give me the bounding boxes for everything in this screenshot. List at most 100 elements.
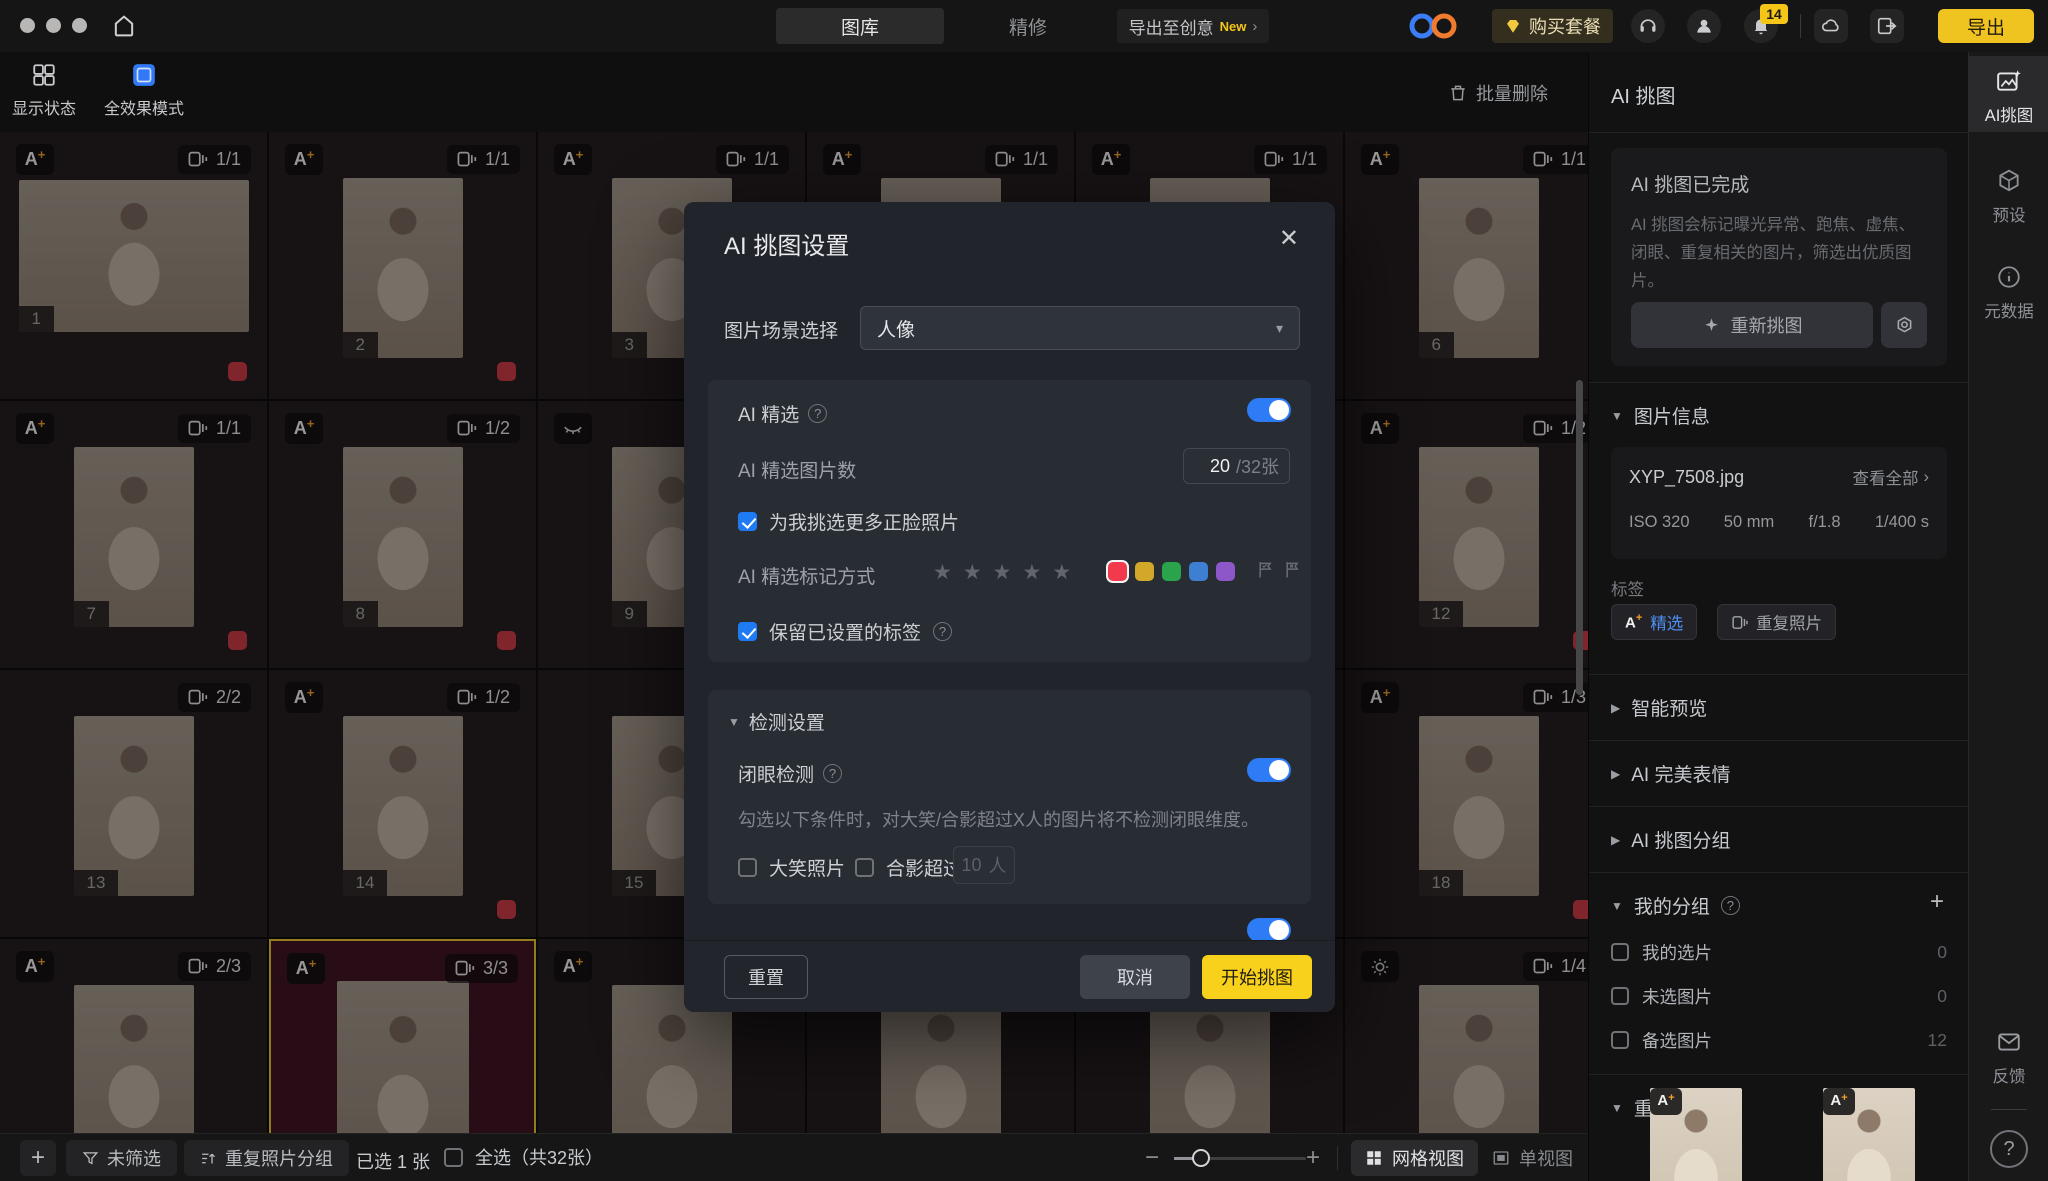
scene-select-dropdown[interactable]: 人像 ▾ [860,306,1300,350]
batch-delete-button[interactable]: 批量删除 [1448,80,1548,106]
section-ai-expression[interactable]: ▶ AI 完美表情 [1611,760,1730,787]
maximize-window-icon[interactable] [72,18,87,33]
tag-ai-pick[interactable]: A+ 精选 [1611,604,1697,640]
add-group-button[interactable]: + [1930,888,1944,916]
photo-cell[interactable]: A+1/12 [269,132,536,399]
tab-retouch[interactable]: 精修 [944,8,1112,44]
photo-thumbnail[interactable]: 24 [1419,985,1539,1133]
single-view-button[interactable]: 单视图 [1478,1140,1587,1176]
tag-duplicate[interactable]: 重复照片 [1717,604,1836,640]
help-icon[interactable]: ? [823,764,842,783]
start-pick-button[interactable]: 开始挑图 [1202,955,1312,999]
full-effect-mode-button[interactable]: 全效果模式 [104,62,184,119]
star-icon[interactable]: ★ [963,560,982,585]
group-checkbox[interactable] [1611,943,1629,961]
account-button[interactable] [1687,9,1721,43]
group-photo-checkbox[interactable]: 合影超过 [855,854,962,881]
slider-knob[interactable] [1192,1149,1210,1167]
duplicate-thumbnail[interactable]: A+ [1823,1088,1915,1181]
star-icon[interactable]: ★ [933,560,952,585]
photo-thumbnail[interactable]: 13 [74,716,194,896]
display-status-button[interactable]: 显示状态 [4,62,84,119]
zoom-in-icon[interactable]: + [1306,1144,1320,1172]
photo-thumbnail[interactable]: 20 [337,981,469,1133]
help-button[interactable]: ? [1990,1130,2028,1168]
add-photos-button[interactable]: + [20,1140,56,1176]
group-count-input[interactable]: 10 人 [953,846,1015,884]
star-icon[interactable]: ★ [993,560,1012,585]
feedback-button[interactable]: 反馈 [1969,1017,2048,1087]
ai-count-input[interactable]: 20 /32张 [1183,448,1290,484]
photo-thumbnail[interactable]: 6 [1419,178,1539,358]
photo-cell[interactable]: A+1/17 [0,401,267,668]
filter-button[interactable]: 未筛选 [66,1140,177,1176]
minimize-window-icon[interactable] [46,18,61,33]
blink-detect-toggle[interactable] [1247,758,1291,782]
export-queue-button[interactable] [1870,9,1904,43]
laugh-photo-checkbox[interactable]: 大笑照片 [738,854,845,881]
photo-cell[interactable]: A+2/319 [0,939,267,1133]
photo-cell[interactable]: A+1/318 [1345,670,1588,937]
window-controls[interactable] [20,18,87,33]
help-icon[interactable]: ? [1721,896,1740,915]
rerun-ai-pick-button[interactable]: 重新挑图 [1631,302,1873,348]
group-row[interactable]: 未选图片0 [1611,976,1947,1016]
section-smart-preview[interactable]: ▶ 智能预览 [1611,694,1707,721]
thumbnail-size-slider[interactable] [1174,1157,1306,1160]
detection-section-header[interactable]: ▼ 检测设置 [728,708,825,735]
photo-cell[interactable]: 2/213 [0,670,267,937]
checkbox-unchecked-icon[interactable] [738,858,757,877]
photo-thumbnail[interactable]: 18 [1419,716,1539,896]
home-icon[interactable] [110,12,138,40]
photo-cell[interactable]: A+1/28 [269,401,536,668]
photo-thumbnail[interactable]: 2 [343,178,463,358]
export-button[interactable]: 导出 [1938,9,2034,43]
photo-thumbnail[interactable]: 19 [74,985,194,1133]
checkbox-unchecked-icon[interactable] [855,858,874,877]
ai-select-toggle[interactable] [1247,398,1291,422]
ai-pick-settings-button[interactable] [1881,302,1927,348]
photo-thumbnail[interactable]: 7 [74,447,194,627]
support-headset-button[interactable] [1631,9,1665,43]
group-checkbox[interactable] [1611,1031,1629,1049]
more-front-face-checkbox[interactable]: 为我挑选更多正脸照片 [738,508,959,535]
photo-cell[interactable]: 1/424 [1345,939,1588,1133]
close-window-icon[interactable] [20,18,35,33]
help-icon[interactable]: ? [933,622,952,641]
export-to-creative-button[interactable]: 导出至创意 New › [1117,9,1269,43]
duplicate-group-button[interactable]: 重复照片分组 [184,1140,349,1176]
photo-cell[interactable]: A+1/16 [1345,132,1588,399]
color-swatch[interactable] [1162,562,1181,581]
photo-cell[interactable]: A+1/214 [269,670,536,937]
close-icon[interactable]: ✕ [1279,224,1299,253]
help-icon[interactable]: ? [808,404,827,423]
section-ai-pick-groups[interactable]: ▶ AI 挑图分组 [1611,826,1730,853]
select-all-control[interactable]: 全选（共32张） [444,1144,603,1170]
cancel-button[interactable]: 取消 [1080,955,1190,999]
checkbox-checked-icon[interactable] [738,512,757,531]
buy-plan-button[interactable]: 购买套餐 [1492,9,1613,43]
photo-thumbnail[interactable]: 12 [1419,447,1539,627]
rail-ai-pick-tab[interactable]: AI挑图 [1969,56,2048,132]
color-swatch[interactable] [1135,562,1154,581]
rail-presets-tab[interactable]: 预设 [1969,156,2048,226]
zoom-out-icon[interactable]: − [1145,1144,1159,1172]
section-my-groups[interactable]: ▼ 我的分组 ? [1611,892,1740,919]
photo-thumbnail[interactable]: 8 [343,447,463,627]
group-row[interactable]: 我的选片0 [1611,932,1947,972]
photo-cell[interactable]: A+1/212 [1345,401,1588,668]
cloud-sync-button[interactable] [1814,9,1848,43]
star-icon[interactable]: ★ [1052,560,1071,585]
group-row[interactable]: 备选图片12 [1611,1020,1947,1060]
star-icon[interactable]: ★ [1022,560,1041,585]
reset-button[interactable]: 重置 [724,955,808,999]
photo-cell[interactable]: A+1/11 [0,132,267,399]
photo-cell-selected[interactable]: A+3/320 [269,939,536,1133]
checkbox-checked-icon[interactable] [738,622,757,641]
grid-scrollbar[interactable] [1576,380,1583,695]
color-swatch[interactable] [1189,562,1208,581]
select-all-checkbox[interactable] [444,1148,463,1167]
flag-reject-icon[interactable] [1283,560,1303,580]
rail-metadata-tab[interactable]: 元数据 [1969,252,2048,322]
section-image-info[interactable]: ▼ 图片信息 [1611,402,1710,429]
